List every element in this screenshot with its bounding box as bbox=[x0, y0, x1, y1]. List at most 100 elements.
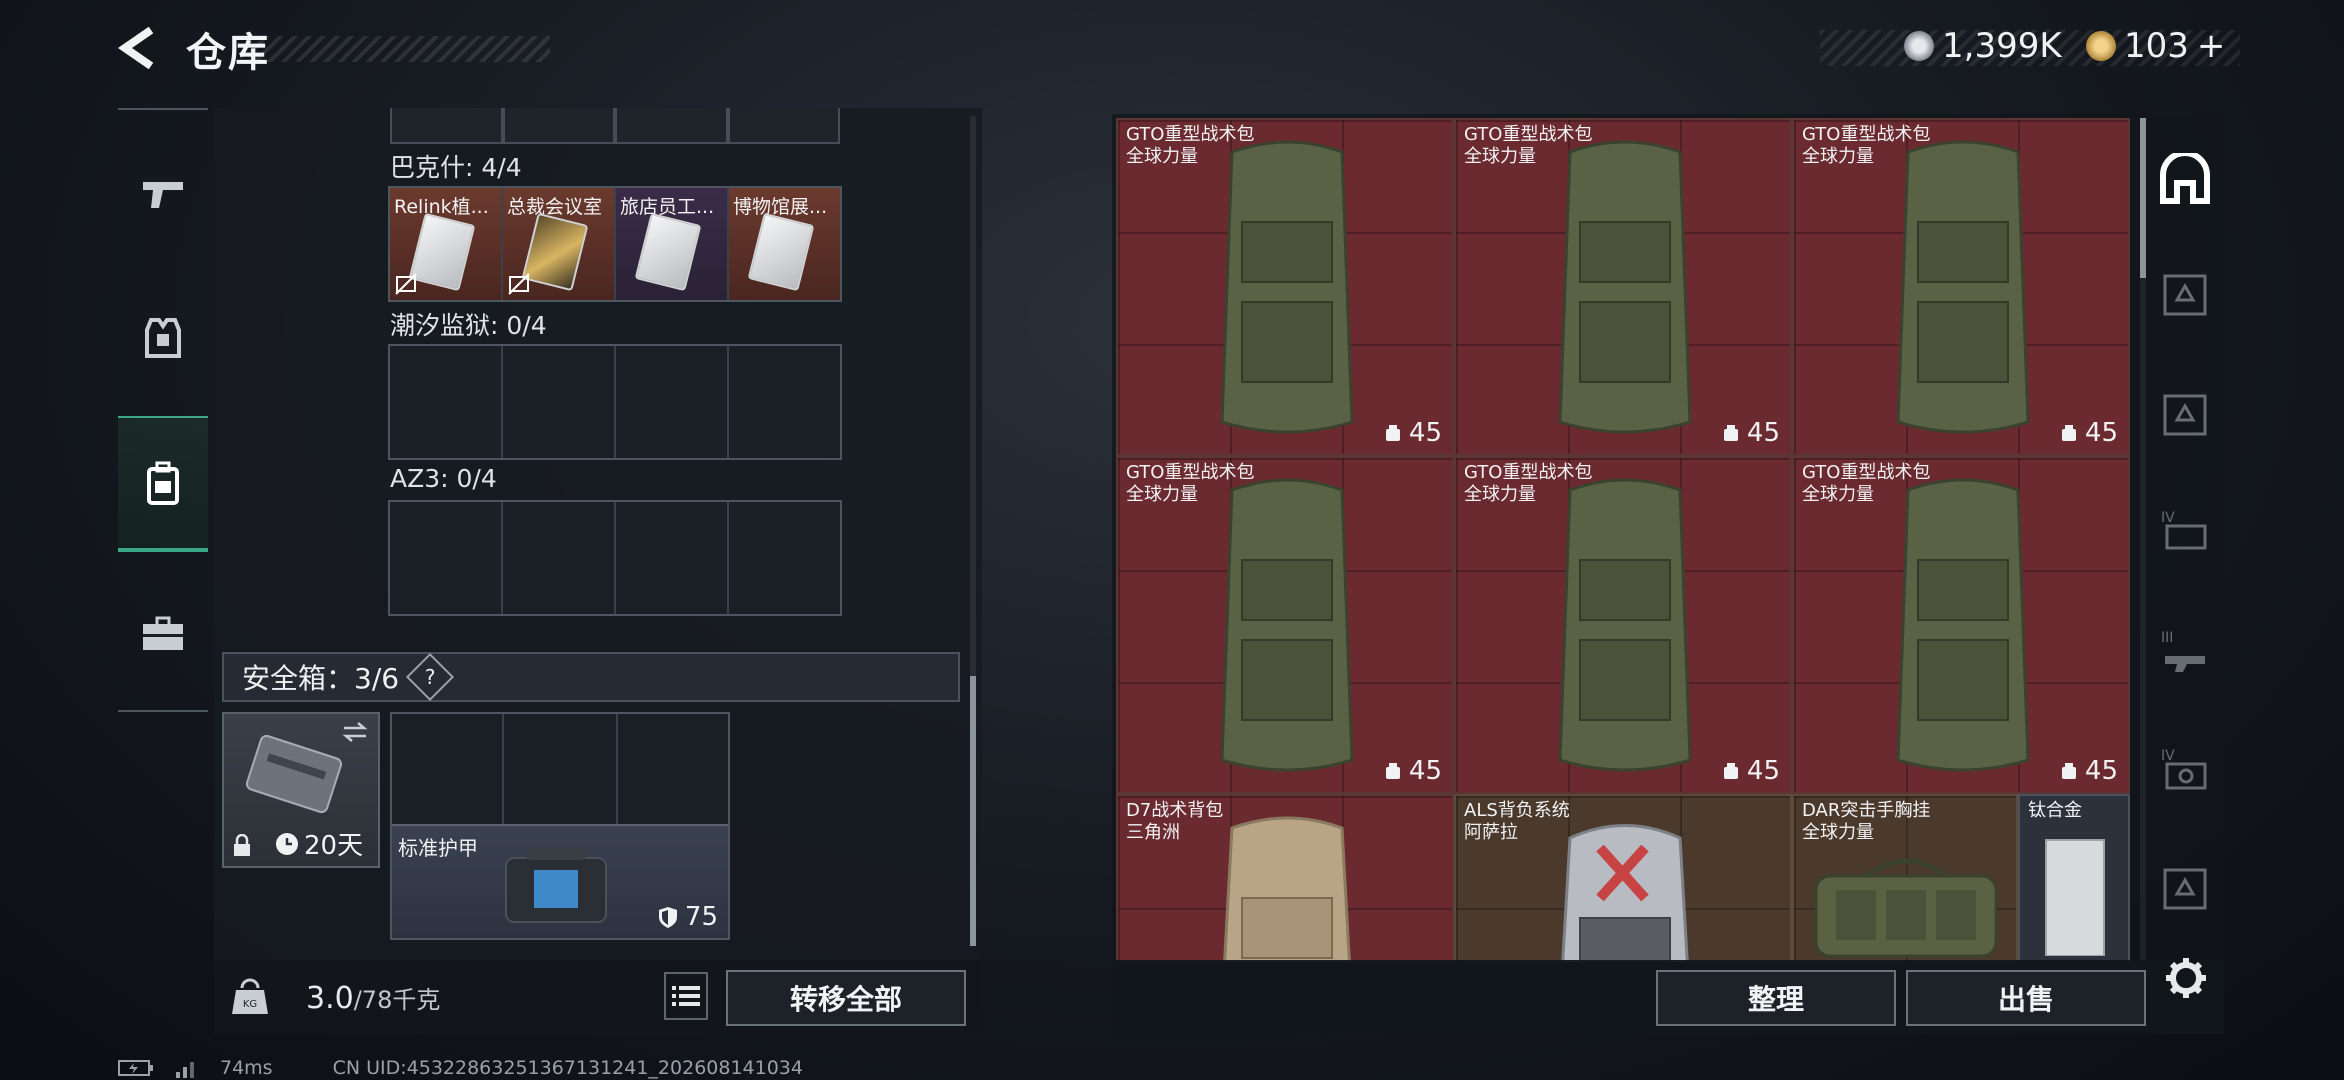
left-category-nav bbox=[118, 108, 208, 712]
empty-slot[interactable] bbox=[390, 502, 503, 614]
keycard-name: 博物馆展... bbox=[733, 196, 828, 218]
storage-item[interactable]: D7战术背包 三角洲 bbox=[1116, 794, 1454, 962]
empty-slot[interactable] bbox=[390, 346, 503, 458]
swap-icon[interactable] bbox=[340, 720, 370, 744]
empty-slot[interactable] bbox=[503, 346, 616, 458]
sell-button[interactable]: 出售 bbox=[1906, 970, 2146, 1026]
scrollbar-thumb[interactable] bbox=[970, 676, 976, 946]
weapon-case-iv-icon: IV bbox=[2161, 510, 2207, 550]
armor-durability: 75 bbox=[657, 902, 718, 932]
battery-icon bbox=[118, 1060, 153, 1076]
help-button[interactable]: ? bbox=[406, 652, 455, 702]
nav-weapons[interactable] bbox=[118, 126, 208, 262]
item-name: GTO重型战术包 全球力量 bbox=[1802, 462, 1931, 505]
storage-category-nav: IV III IV bbox=[2150, 120, 2220, 960]
item-name: GTO重型战术包 全球力量 bbox=[1802, 124, 1931, 167]
add-currency-button[interactable]: + bbox=[2197, 26, 2226, 66]
storage-tab-4[interactable]: IV bbox=[2150, 486, 2220, 576]
partial-slot-row bbox=[390, 108, 840, 144]
armor-item[interactable]: 标准护甲 75 bbox=[392, 824, 728, 938]
capacity-icon bbox=[1723, 425, 1738, 441]
no-trade-icon bbox=[508, 273, 530, 295]
item-name: GTO重型战术包 全球力量 bbox=[1126, 462, 1255, 505]
grid-line bbox=[502, 714, 504, 826]
item-name: D7战术背包 三角洲 bbox=[1126, 800, 1224, 843]
item-count: 45 bbox=[1383, 418, 1442, 448]
safebox-header: 安全箱：3/6 ? bbox=[222, 652, 960, 702]
storage-item[interactable]: GTO重型战术包 全球力量 45 bbox=[1116, 456, 1454, 794]
safebox-item[interactable]: 20天 bbox=[222, 712, 380, 868]
storage-tab-7[interactable] bbox=[2150, 844, 2220, 934]
settings-button[interactable] bbox=[2160, 952, 2212, 1004]
storage-item[interactable]: GTO重型战术包 全球力量 45 bbox=[1454, 456, 1792, 794]
storage-tab-2[interactable] bbox=[2150, 250, 2220, 340]
item-count: 45 bbox=[1383, 756, 1442, 786]
storage-item[interactable]: DAR突击手胸挂 全球力量 bbox=[1792, 794, 2018, 962]
item-count: 45 bbox=[1721, 756, 1780, 786]
nav-case[interactable] bbox=[118, 566, 208, 702]
ping-text: 74ms bbox=[220, 1057, 273, 1079]
list-view-button[interactable] bbox=[664, 972, 708, 1020]
storage-tab-safehouse[interactable] bbox=[2150, 134, 2220, 224]
keycard-slot[interactable]: 旅店员工... bbox=[616, 188, 729, 300]
inventory-scrollbar[interactable] bbox=[970, 116, 976, 946]
weight-icon: KG bbox=[232, 978, 268, 1014]
scrollbar-thumb[interactable] bbox=[2140, 118, 2146, 278]
keycard-slot[interactable]: Relink植... bbox=[390, 188, 503, 300]
backpack-image bbox=[1558, 140, 1692, 434]
transfer-all-button[interactable]: 转移全部 bbox=[726, 970, 966, 1026]
svg-text:IV: IV bbox=[2161, 510, 2175, 526]
storage-tab-5[interactable]: III bbox=[2150, 606, 2220, 696]
item-name: GTO重型战术包 全球力量 bbox=[1464, 462, 1593, 505]
keycard-grid-az3 bbox=[388, 500, 842, 616]
chest-rig-image bbox=[1814, 858, 1998, 958]
signal-icon bbox=[176, 1062, 194, 1078]
storage-tab-3[interactable] bbox=[2150, 370, 2220, 460]
storage-item[interactable]: GTO重型战术包 全球力量 45 bbox=[1792, 118, 2130, 456]
keycard-section-label: 潮汐监狱: 0/4 bbox=[390, 311, 547, 340]
item-name: ALS背负系统 阿萨拉 bbox=[1464, 800, 1570, 843]
item-count: 45 bbox=[1721, 418, 1780, 448]
armor-name: 标准护甲 bbox=[398, 836, 478, 860]
back-arrow-icon bbox=[117, 26, 154, 70]
keycard-image bbox=[747, 212, 815, 292]
slot bbox=[390, 108, 503, 144]
keycard-name: 旅店员工... bbox=[620, 196, 715, 218]
backpack-image bbox=[1896, 478, 2030, 772]
backpack-image bbox=[1561, 824, 1689, 962]
storage-item[interactable]: GTO重型战术包 全球力量 45 bbox=[1116, 118, 1454, 456]
empty-slot[interactable] bbox=[729, 502, 840, 614]
svg-text:IV: IV bbox=[2161, 748, 2175, 764]
gold-coin-icon bbox=[2086, 31, 2116, 61]
organize-button[interactable]: 整理 bbox=[1656, 970, 1896, 1026]
status-bar: 74ms CN UID:45322863251367131241_2026081… bbox=[118, 1056, 803, 1080]
silver-coin-icon bbox=[1904, 31, 1934, 61]
keycard-image bbox=[521, 212, 589, 292]
back-button[interactable] bbox=[112, 22, 162, 74]
keycard-slot[interactable]: 总裁会议室 bbox=[503, 188, 616, 300]
svg-text:III: III bbox=[2161, 630, 2173, 646]
storage-item[interactable]: GTO重型战术包 全球力量 45 bbox=[1792, 456, 2130, 794]
keycard-section-label: 巴克什: 4/4 bbox=[390, 153, 522, 182]
nav-backpack[interactable] bbox=[118, 416, 208, 552]
svg-text:KG: KG bbox=[243, 999, 257, 1010]
storage-item[interactable]: GTO重型战术包 全球力量 45 bbox=[1454, 118, 1792, 456]
gold-currency[interactable]: 103 + bbox=[2086, 26, 2225, 66]
silver-currency[interactable]: 1,399K bbox=[1904, 26, 2062, 66]
storage-item[interactable]: ALS背负系统 阿萨拉 bbox=[1454, 794, 1792, 962]
empty-slot[interactable] bbox=[616, 502, 729, 614]
slot bbox=[615, 108, 728, 144]
backpack-image bbox=[1220, 140, 1354, 434]
keycard-slot[interactable]: 博物馆展... bbox=[729, 188, 840, 300]
storage-item[interactable]: 钛合金 bbox=[2018, 794, 2130, 962]
no-trade-icon bbox=[395, 273, 417, 295]
empty-slot[interactable] bbox=[503, 502, 616, 614]
empty-slot[interactable] bbox=[616, 346, 729, 458]
storage-tab-6[interactable]: IV bbox=[2150, 724, 2220, 814]
page-title: 仓库 bbox=[186, 30, 270, 76]
nav-armor[interactable] bbox=[118, 270, 208, 406]
keycard-image bbox=[634, 212, 702, 292]
storage-scrollbar[interactable] bbox=[2140, 118, 2146, 960]
armor-tier-icon bbox=[2163, 274, 2207, 316]
empty-slot[interactable] bbox=[729, 346, 840, 458]
